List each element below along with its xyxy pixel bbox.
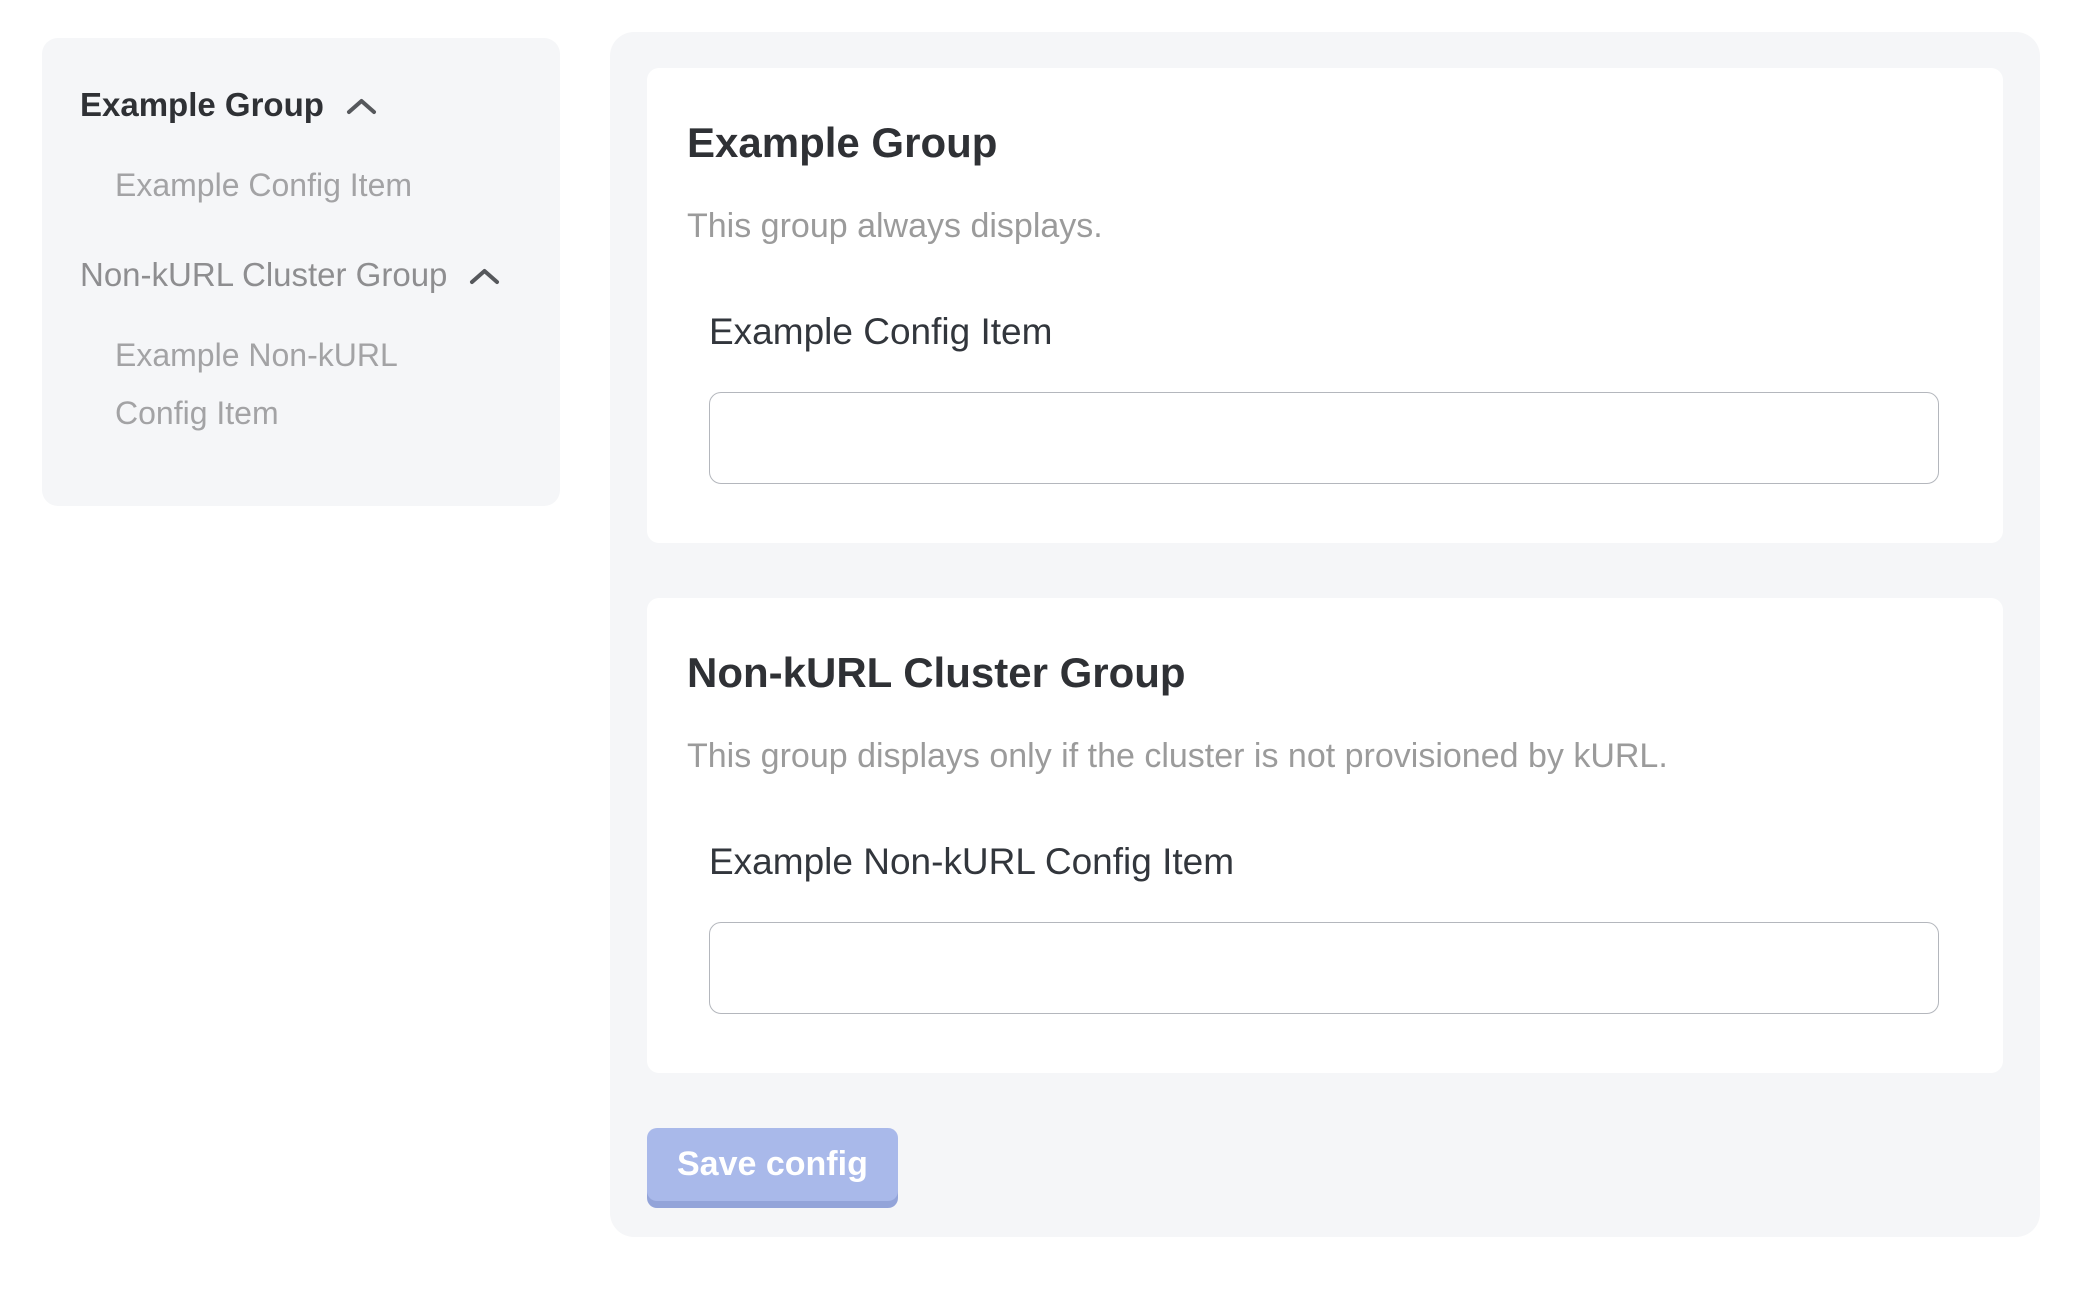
sidebar-group-toggle-non-kurl-cluster-group[interactable]: Non-kURL Cluster Group (80, 254, 522, 296)
sidebar-group: Example Group Example Config Item (80, 84, 522, 214)
group-title: Non-kURL Cluster Group (687, 648, 1963, 698)
group-description: This group always displays. (687, 204, 1963, 248)
config-main-panel: Example Group This group always displays… (610, 32, 2040, 1237)
chevron-up-icon[interactable] (346, 97, 377, 115)
sidebar-group-label: Example Group (80, 84, 324, 126)
save-config-button[interactable]: Save config (647, 1128, 898, 1201)
group-description: This group displays only if the cluster … (687, 734, 1963, 778)
example-config-item-input[interactable] (709, 392, 1939, 484)
config-group-card-non-kurl-cluster-group: Non-kURL Cluster Group This group displa… (647, 598, 2003, 1073)
chevron-up-icon[interactable] (469, 267, 500, 285)
config-sidebar: Example Group Example Config Item Non-kU… (42, 38, 560, 506)
config-page: Example Group Example Config Item Non-kU… (0, 0, 2084, 1237)
sidebar-item-example-non-kurl-config-item[interactable]: Example Non-kURL Config Item (115, 326, 465, 442)
sidebar-group: Non-kURL Cluster Group Example Non-kURL … (80, 254, 522, 442)
config-item: Example Config Item (709, 308, 1939, 484)
config-item-label: Example Config Item (709, 308, 1939, 356)
sidebar-item-example-config-item[interactable]: Example Config Item (115, 156, 522, 214)
sidebar-group-toggle-example-group[interactable]: Example Group (80, 84, 522, 126)
config-group-card-example-group: Example Group This group always displays… (647, 68, 2003, 543)
sidebar-group-label: Non-kURL Cluster Group (80, 254, 447, 296)
example-non-kurl-config-item-input[interactable] (709, 922, 1939, 1014)
config-item: Example Non-kURL Config Item (709, 838, 1939, 1014)
config-item-label: Example Non-kURL Config Item (709, 838, 1939, 886)
group-title: Example Group (687, 118, 1963, 168)
